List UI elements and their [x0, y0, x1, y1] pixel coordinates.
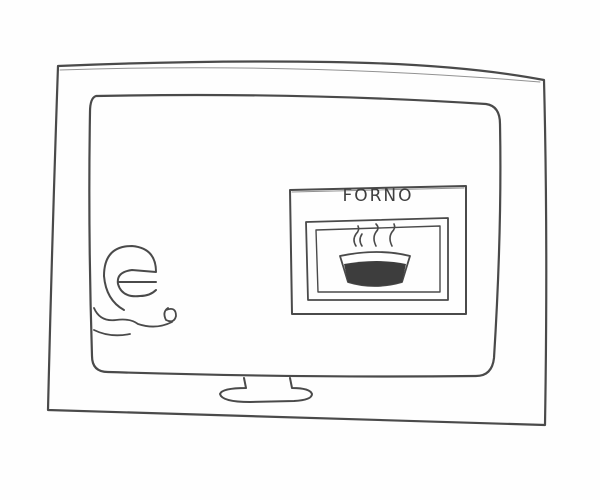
oven-label: FORNO: [342, 186, 414, 206]
tv-sketch: [46, 60, 548, 427]
pot-fill: [344, 261, 406, 286]
character-head: [103, 245, 157, 311]
screen-border: [88, 93, 502, 378]
monitor-stand: [219, 377, 313, 403]
monitor-outer-frame: [46, 60, 548, 427]
character-arm: [93, 307, 173, 328]
sketch-canvas: FORNO: [0, 0, 600, 500]
